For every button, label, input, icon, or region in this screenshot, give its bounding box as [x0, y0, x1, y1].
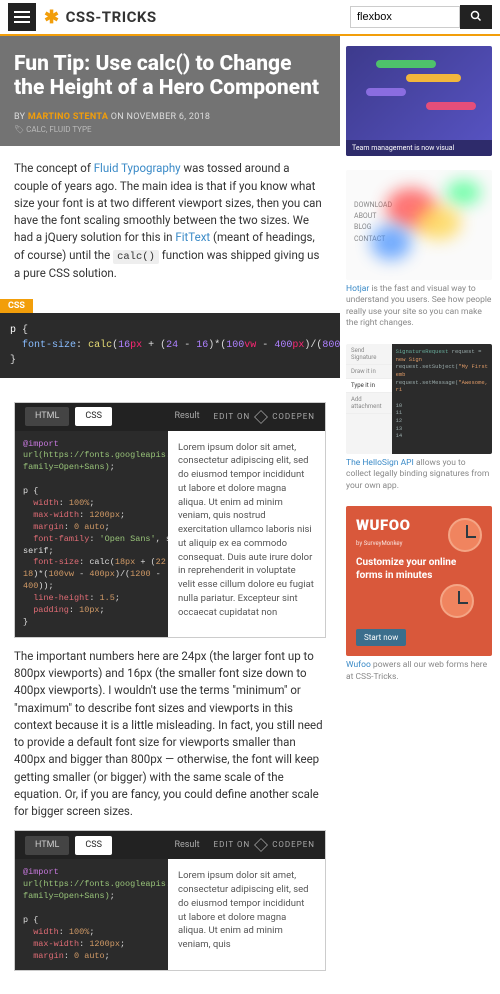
start-now-button[interactable]: Start now	[356, 629, 406, 646]
hero: Fun Tip: Use calc() to Change the Height…	[0, 36, 340, 146]
search-form	[350, 5, 492, 29]
link-fluid-typography[interactable]: Fluid Typography	[94, 161, 181, 175]
tab-css[interactable]: CSS	[75, 407, 112, 427]
ad-caption: Hotjar is the fast and visual way to und…	[346, 284, 492, 330]
result-label: Result	[174, 410, 199, 424]
search-button[interactable]	[460, 5, 492, 29]
codepen-code-panel: @import url(https://fonts.googleapis.com…	[15, 431, 168, 637]
tab-css[interactable]: CSS	[75, 836, 112, 856]
ad-link[interactable]: The HelloSign API	[346, 458, 414, 468]
paragraph-2: The important numbers here are 24px (the…	[14, 648, 326, 821]
edit-on-codepen[interactable]: EDIT ON CODEPEN	[214, 838, 315, 852]
sidebar: Team management is now visual DOWNLOADAB…	[340, 36, 500, 994]
top-bar: ✱ CSS-TRICKS	[0, 0, 500, 36]
codepen-embed: HTML CSS Result EDIT ON CODEPEN @import …	[14, 402, 326, 638]
ad-link[interactable]: Hotjar	[346, 284, 369, 294]
article-tags: CALC, FLUID TYPE	[14, 125, 326, 134]
ad-hellosign[interactable]: Send SignatureDraw it inType it inAdd at…	[346, 344, 492, 492]
ad-link[interactable]: Wufoo	[346, 660, 371, 670]
codepen-result-panel: Lorem ipsum dolor sit amet, consectetur …	[168, 431, 325, 637]
search-icon	[470, 10, 482, 22]
ad-caption: The HelloSign API allows you to collect …	[346, 458, 492, 492]
inline-code-calc: calc()	[113, 250, 159, 264]
ad-image: Team management is now visual	[346, 46, 492, 156]
ad-wufoo[interactable]: WUFOO by SurveyMonkey Customize your onl…	[346, 506, 492, 683]
ad-hotjar[interactable]: DOWNLOADABOUTBLOGCONTACT Hotjar is the f…	[346, 170, 492, 330]
menu-icon[interactable]	[8, 3, 36, 31]
code-example: CSS p { font-size: calc(16px + (24 - 16)…	[0, 297, 340, 378]
main-content: Fun Tip: Use calc() to Change the Height…	[0, 36, 340, 994]
ad-monday[interactable]: Team management is now visual	[346, 46, 492, 156]
codepen-result-panel: Lorem ipsum dolor sit amet, consectetur …	[168, 859, 325, 970]
author-link[interactable]: MARTINO STENTA	[28, 112, 108, 122]
article-title: Fun Tip: Use calc() to Change the Height…	[14, 52, 326, 100]
ad-image: WUFOO by SurveyMonkey Customize your onl…	[346, 506, 492, 656]
code-language-label: CSS	[0, 299, 33, 313]
ad-image: Send SignatureDraw it inType it inAdd at…	[346, 344, 492, 454]
clock-icon	[440, 584, 474, 618]
link-fittext[interactable]: FitText	[175, 230, 210, 244]
codepen-header: HTML CSS Result EDIT ON CODEPEN	[15, 403, 325, 431]
edit-on-codepen[interactable]: EDIT ON CODEPEN	[214, 410, 315, 424]
intro-paragraph: The concept of Fluid Typography was toss…	[14, 160, 326, 282]
byline: BY MARTINO STENTA ON NOVEMBER 6, 2018	[14, 112, 326, 122]
codepen-icon	[254, 410, 268, 424]
ad-caption: Wufoo powers all our web forms here at C…	[346, 660, 492, 683]
search-input[interactable]	[350, 6, 460, 28]
codepen-embed-2: HTML CSS Result EDIT ON CODEPEN @import …	[14, 830, 326, 971]
codepen-code-panel: @import url(https://fonts.googleapis.com…	[15, 859, 168, 970]
code-block: p { font-size: calc(16px + (24 - 16)*(10…	[0, 313, 340, 378]
star-icon: ✱	[44, 7, 60, 28]
article-date: NOVEMBER 6, 2018	[126, 112, 210, 122]
site-logo[interactable]: ✱ CSS-TRICKS	[44, 7, 157, 28]
tab-html[interactable]: HTML	[25, 836, 69, 856]
ad-image: DOWNLOADABOUTBLOGCONTACT	[346, 170, 492, 280]
site-name: CSS-TRICKS	[66, 8, 157, 26]
codepen-icon	[254, 838, 268, 852]
article-body: The concept of Fluid Typography was toss…	[0, 146, 340, 296]
tab-html[interactable]: HTML	[25, 407, 69, 427]
